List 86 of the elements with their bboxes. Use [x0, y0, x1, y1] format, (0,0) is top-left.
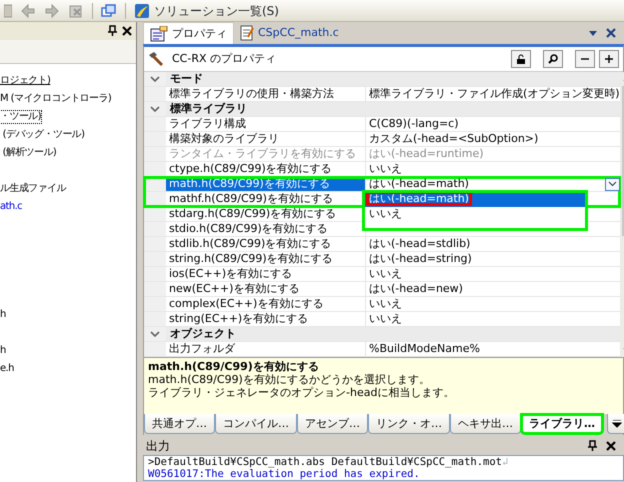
tree-item[interactable]: M (マイクロコントローラ) — [0, 93, 112, 105]
tree-item[interactable]: ロジェクト) — [0, 75, 50, 87]
property-value[interactable]: %BuildModeName% — [369, 342, 480, 356]
property-value[interactable]: いいえ — [369, 162, 402, 176]
file-item[interactable]: ath.c — [0, 201, 22, 213]
property-value[interactable]: カスタム(-head=<SubOption>) — [369, 132, 538, 146]
property-name[interactable]: 標準ライブラリの使用・構築方法 — [169, 87, 334, 100]
back-arrow-icon[interactable] — [20, 2, 36, 18]
tree-item[interactable]: e.h — [0, 363, 14, 375]
chevron-down-icon[interactable] — [150, 330, 160, 338]
category-label: 標準ライブラリ — [170, 102, 247, 115]
dropdown-button[interactable] — [604, 178, 620, 190]
property-name[interactable]: complex(EC++)を有効にする — [169, 297, 324, 310]
description-title: math.h(C89/C99)を有効にする — [148, 360, 320, 374]
output-line: W0561017:The evaluation period has expired. — [148, 468, 420, 480]
dropdown-option[interactable]: いいえ — [367, 207, 404, 220]
document-tab[interactable]: プロパティ — [143, 22, 234, 44]
property-name[interactable]: ctype.h(C89/C99)を有効にする — [169, 162, 332, 175]
property-value[interactable]: はい(-head=new) — [369, 282, 463, 296]
pin-icon[interactable] — [107, 25, 118, 37]
chevron-down-icon[interactable] — [150, 105, 160, 113]
property-value[interactable]: いいえ — [369, 312, 402, 326]
category-label: モード — [170, 72, 203, 85]
property-name[interactable]: string(EC++)を有効にする — [169, 312, 308, 325]
property-value[interactable]: 標準ライブラリ・ファイル作成(オプション変更時) — [369, 87, 620, 101]
expand-button[interactable] — [599, 50, 619, 68]
tree-item[interactable]: h — [0, 309, 6, 321]
windows-icon[interactable] — [101, 2, 117, 18]
property-value[interactable]: はい(-head=string) — [369, 252, 472, 266]
forward-arrow-icon[interactable] — [44, 2, 60, 18]
property-name[interactable]: ライブラリ構成 — [169, 117, 246, 130]
dropdown-icon — [612, 420, 622, 428]
close-icon[interactable] — [122, 26, 132, 36]
property-value[interactable]: C(C89)(-lang=c) — [369, 117, 459, 131]
property-name[interactable]: stdlib.h(C89/C99)を有効にする — [169, 237, 332, 250]
option-tab[interactable]: ライブラリ… — [521, 414, 603, 434]
solution-icon — [134, 2, 150, 18]
property-name[interactable]: string.h(C89/C99)を有効にする — [169, 252, 333, 265]
option-tab[interactable]: 共通オプ… — [144, 414, 215, 434]
property-name[interactable]: ios(EC++)を有効にする — [169, 267, 292, 280]
property-value: はい(-head=runtime) — [369, 147, 484, 161]
description-text: math.h(C89/C99)を有効にするかどうかを選択します。 — [148, 373, 431, 386]
tab-menu-button[interactable] — [607, 414, 624, 434]
tree-item[interactable]: (デバッグ・ツール) — [0, 129, 84, 141]
property-name[interactable]: 構築対象のライブラリ — [169, 132, 279, 145]
lock-button[interactable] — [511, 50, 531, 68]
collapse-button[interactable] — [575, 50, 595, 68]
close-icon[interactable] — [606, 441, 616, 451]
property-value[interactable]: いいえ — [369, 297, 402, 311]
property-value[interactable]: はい(-head=stdlib) — [369, 237, 470, 251]
property-name[interactable]: mathf.h(C89/C99)を有効にする — [169, 192, 333, 205]
description-text: ライブラリ・ジェネレータのオプション-headに相当します。 — [148, 386, 456, 400]
panel-title: 出力 — [146, 438, 171, 454]
dropdown-icon[interactable] — [588, 29, 598, 37]
properties-icon — [150, 26, 168, 42]
line-end-mark: ↲ — [502, 456, 508, 468]
option-tab[interactable]: アセンブ… — [297, 414, 368, 434]
tree-item[interactable]: h — [0, 345, 6, 357]
document-tab[interactable]: CSpCC_math.c — [234, 22, 345, 44]
search-icon — [548, 54, 558, 64]
tree-item[interactable]: ル生成ファイル — [0, 183, 66, 195]
category-label: オブジェクト — [170, 327, 236, 340]
expand-icon — [604, 54, 614, 64]
chevron-down-icon[interactable] — [150, 75, 160, 83]
pin-icon[interactable] — [587, 440, 598, 452]
chevron-down-icon — [608, 181, 617, 187]
search-button[interactable] — [543, 50, 563, 68]
property-name[interactable]: stdarg.h(C89/C99)を有効にする — [169, 207, 336, 220]
property-name[interactable]: 出力フォルダ — [169, 342, 235, 355]
document-icon — [240, 25, 254, 41]
hammer-icon — [148, 51, 164, 67]
tree-item[interactable]: (解析ツール) — [0, 147, 56, 159]
property-value[interactable]: はい(-head=math) — [369, 177, 469, 191]
delete-icon[interactable] — [68, 2, 84, 18]
solution-list-button[interactable]: ソリューション一覧(S) — [134, 2, 279, 20]
property-name[interactable]: new(EC++)を有効にする — [169, 282, 300, 295]
property-value[interactable]: いいえ — [369, 267, 402, 281]
lock-icon — [516, 54, 526, 64]
panel-title: CC-RX のプロパティ — [172, 52, 278, 66]
output-line: >DefaultBuild¥CSpCC_math.abs DefaultBuild¥CSpCC_math.mot — [148, 456, 502, 468]
tree-item[interactable]: ・ツール) — [0, 111, 41, 123]
close-icon[interactable] — [606, 28, 616, 38]
property-name[interactable]: stdio.h(C89/C99)を有効にする — [169, 222, 328, 235]
option-tab[interactable]: リンク・オ… — [368, 414, 450, 434]
option-tab[interactable]: コンパイル… — [215, 414, 297, 434]
option-tab[interactable]: ヘキサ出… — [450, 414, 521, 434]
